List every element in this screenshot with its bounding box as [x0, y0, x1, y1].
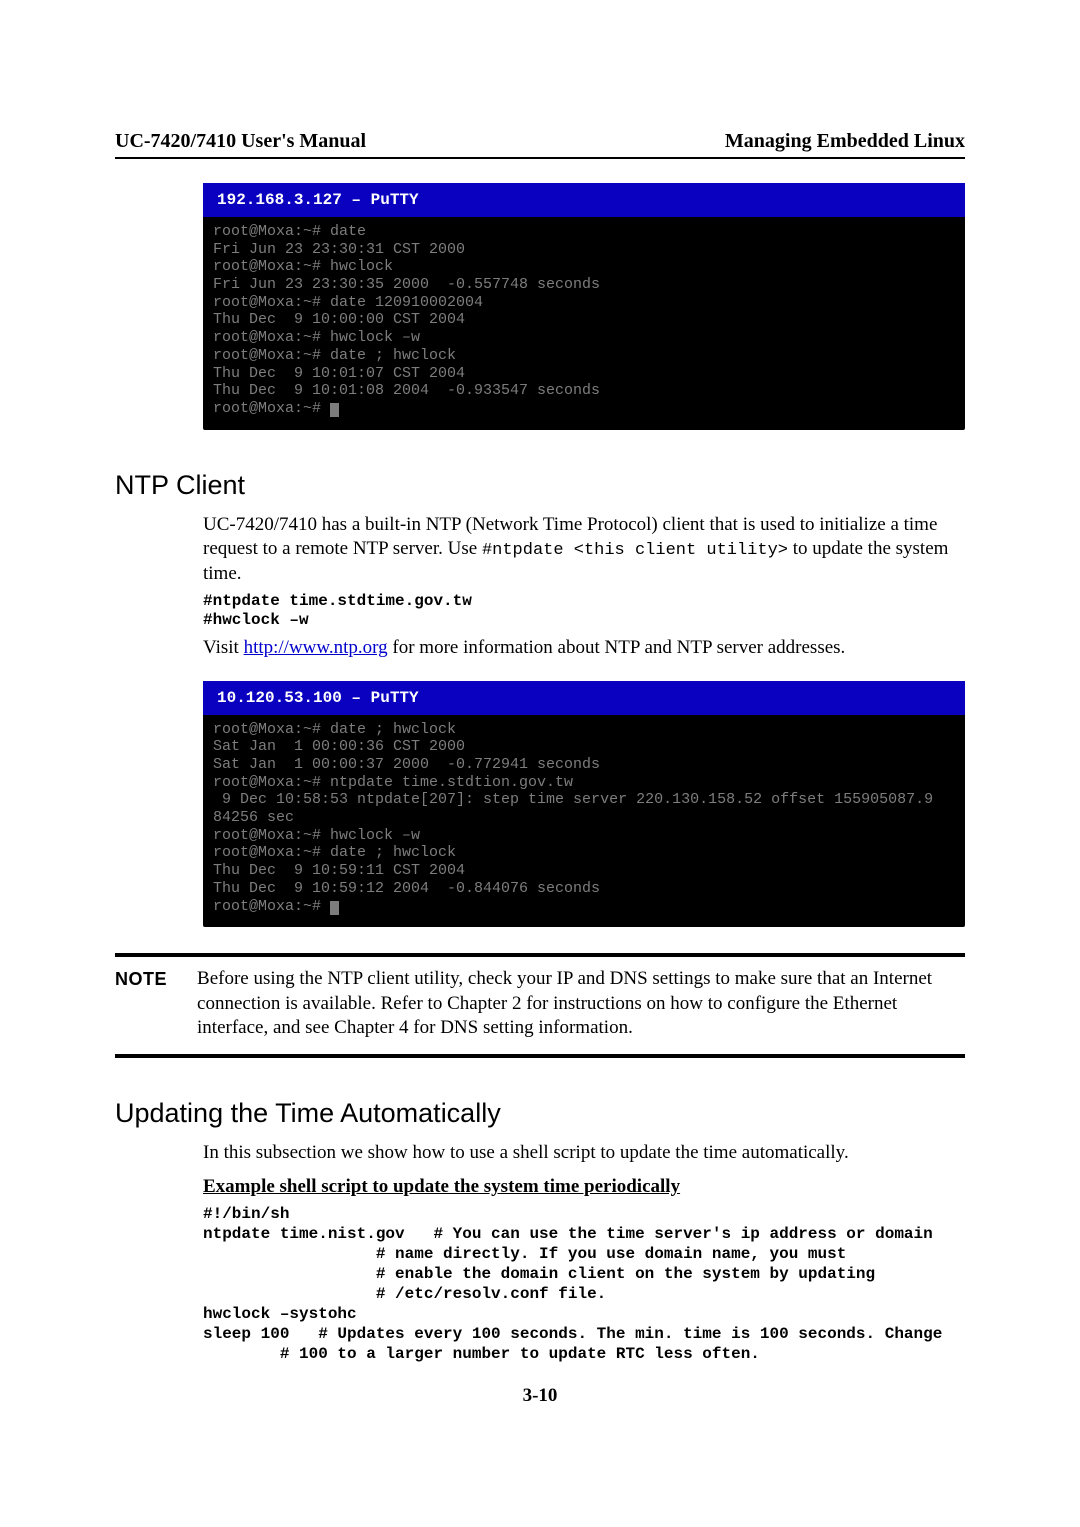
note-rule-bottom: [115, 1054, 965, 1058]
ntp-para2-b: for more information about NTP and NTP s…: [388, 637, 846, 658]
update-subhead: Example shell script to update the syste…: [203, 1175, 965, 1199]
update-body: In this subsection we show how to use a …: [203, 1141, 965, 1364]
terminal-window-1: 192.168.3.127 – PuTTY root@Moxa:~# date …: [203, 183, 965, 430]
ntp-para-1: UC-7420/7410 has a built-in NTP (Network…: [203, 513, 965, 586]
section-heading-update: Updating the Time Automatically: [115, 1098, 965, 1129]
terminal-title-2: 10.120.53.100 – PuTTY: [203, 681, 965, 715]
page-number: 3-10: [0, 1385, 1080, 1407]
page: UC-7420/7410 User's Manual Managing Embe…: [0, 0, 1080, 1527]
note-label: NOTE: [115, 967, 167, 990]
ntp-para-2: Visit http://www.ntp.org for more inform…: [203, 636, 965, 660]
header-row: UC-7420/7410 User's Manual Managing Embe…: [115, 130, 965, 153]
note-text: Before using the NTP client utility, che…: [197, 967, 965, 1040]
ntp-commands: #ntpdate time.stdtime.gov.tw #hwclock –w: [203, 592, 965, 630]
terminal-body-1: root@Moxa:~# date Fri Jun 23 23:30:31 CS…: [203, 217, 965, 424]
ntp-para2-a: Visit: [203, 637, 244, 658]
update-intro: In this subsection we show how to use a …: [203, 1141, 965, 1165]
terminal-title-1: 192.168.3.127 – PuTTY: [203, 183, 965, 217]
note-block: NOTE Before using the NTP client utility…: [115, 967, 965, 1040]
terminal-body-2: root@Moxa:~# date ; hwclock Sat Jan 1 00…: [203, 715, 965, 922]
terminal-lines-2: root@Moxa:~# date ; hwclock Sat Jan 1 00…: [213, 721, 933, 915]
spacer: [115, 667, 965, 681]
ntp-inline-cmd: #ntpdate <this client utility>: [482, 541, 788, 560]
header-rule: [115, 157, 965, 159]
cursor-icon: [330, 403, 339, 417]
ntp-link[interactable]: http://www.ntp.org: [244, 637, 388, 658]
note-rule-top: [115, 953, 965, 957]
terminal-window-2: 10.120.53.100 – PuTTY root@Moxa:~# date …: [203, 681, 965, 928]
header-left: UC-7420/7410 User's Manual: [115, 130, 366, 153]
terminal-lines-1: root@Moxa:~# date Fri Jun 23 23:30:31 CS…: [213, 223, 600, 417]
cursor-icon: [330, 901, 339, 915]
header-right: Managing Embedded Linux: [725, 130, 965, 153]
shell-script: #!/bin/sh ntpdate time.nist.gov # You ca…: [203, 1204, 965, 1364]
section-heading-ntp: NTP Client: [115, 470, 965, 501]
ntp-body: UC-7420/7410 has a built-in NTP (Network…: [203, 513, 965, 661]
